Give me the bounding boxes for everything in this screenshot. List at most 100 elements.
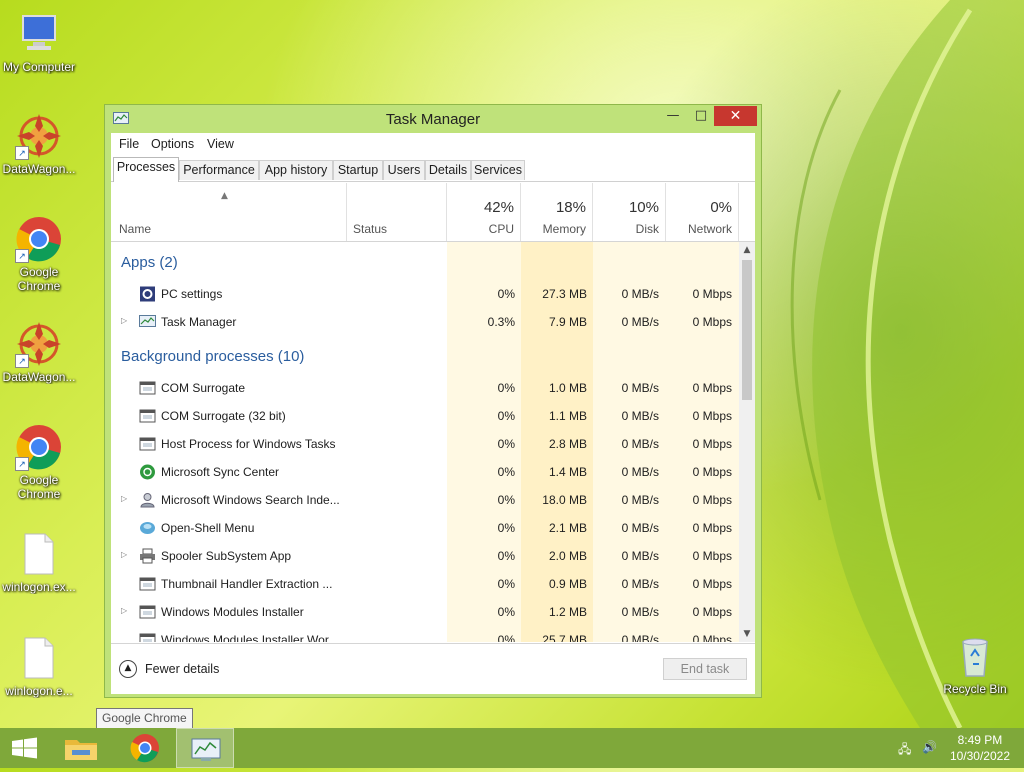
table-row[interactable]: Host Process for Windows Tasks 0% 2.8 MB 0 … [111,430,739,458]
fewer-details-link[interactable]: Fewer details [145,662,219,676]
tab-users[interactable]: Users [383,160,425,180]
clock-time: 8:49 PM [957,733,1003,747]
table-row[interactable]: COM Surrogate (32 bit) 0% 1.1 MB 0 MB/s 0 Mb… [111,402,739,430]
table-row[interactable]: Open-Shell Menu 0% 2.1 MB 0 MB/s 0 Mbps [111,514,739,542]
maximize-button[interactable]: □ [687,106,715,126]
column-disk-label: Disk [635,222,659,236]
expand-chevron-icon[interactable]: ▷ [121,494,127,503]
table-row[interactable]: ▷ Task Manager 0.3% 7.9 MB 0 MB/s 0 Mbps [111,308,739,336]
fewer-details-button[interactable]: ▲ [119,660,137,678]
process-name: COM Surrogate (32 bit) [161,409,286,423]
desktop-icon-datawagon-2[interactable]: ↗ DataWagon... [0,320,79,384]
minimize-icon: — [666,108,680,123]
table-row[interactable]: COM Surrogate 0% 1.0 MB 0 MB/s 0 Mbps [111,374,739,402]
menu-options[interactable]: Options [151,137,194,151]
recycle-bin-icon [962,638,988,677]
taskbar-file-explorer[interactable] [52,728,110,768]
process-disk: 0 MB/s [621,287,659,301]
process-memory: 1.2 MB [548,605,587,619]
process-cpu: 0% [497,287,515,301]
close-icon: ✕ [729,108,742,124]
desktop-icon-google-chrome[interactable]: ↗ Google Chrome [0,215,79,293]
process-name: Thumbnail Handler Extraction ... [161,577,333,591]
speaker-icon[interactable]: 🔊 [922,740,938,756]
column-cpu[interactable]: 42% CPU [447,183,521,241]
tab-performance[interactable]: Performance [179,160,259,180]
clock-date: 10/30/2022 [949,749,1010,763]
tab-app-history[interactable]: App history [259,160,333,180]
desktop-icon-winlogon-1[interactable]: winlogon.ex... [0,530,79,594]
vertical-scrollbar[interactable]: ▲ ▼ [739,242,755,642]
desktop-icon-label: Recycle Bin [943,682,1007,696]
tab-services[interactable]: Services [471,160,525,180]
column-name-label: Name [119,222,152,236]
expand-chevron-icon[interactable]: ▷ [121,550,127,559]
taskbar-clock[interactable]: 8:49 PM 10/30/2022 [950,732,1010,764]
column-disk[interactable]: 10% Disk [593,183,666,241]
column-status[interactable]: Status [347,183,447,241]
process-cpu: 0% [497,549,515,563]
disk-percent: 10% [628,199,659,216]
process-network: 0 Mbps [692,409,732,423]
table-row[interactable]: Thumbnail Handler Extraction ... 0% 0.9 MB… [111,570,739,598]
process-disk: 0 MB/s [621,605,659,619]
window-footer: ▲ Fewer details End task [111,643,755,694]
start-button[interactable] [0,728,58,768]
desktop-icon-recycle-bin[interactable]: Recycle Bin [935,632,1015,696]
table-row[interactable]: ▷ Windows Modules Installer 0% 1.2 MB 0 MB/s… [111,598,739,626]
process-network: 0 Mbps [692,315,732,329]
menu-file[interactable]: File [119,137,139,151]
desktop-icon-winlogon-2[interactable]: winlogon.e... [0,634,79,698]
desktop-icon-my-computer[interactable]: My Computer [0,10,79,74]
title-bar[interactable]: Task Manager — □ ✕ [105,105,761,133]
expand-chevron-icon[interactable]: ▷ [121,606,127,615]
process-memory: 18.0 MB [542,493,587,507]
chrome-icon [130,734,159,763]
window-process-icon [139,576,156,592]
scroll-up-button[interactable]: ▲ [739,242,755,258]
menu-view[interactable]: View [207,137,234,151]
desktop-icon-datawagon[interactable]: ↗ DataWagon... [0,112,79,176]
maximize-icon: □ [694,108,708,123]
cpu-percent: 42% [483,199,514,216]
column-status-label: Status [353,222,388,236]
table-row[interactable]: Microsoft Sync Center 0% 1.4 MB 0 MB/s 0 Mbp… [111,458,739,486]
process-name: COM Surrogate [161,381,246,395]
windows-logo-icon [12,737,37,759]
column-network[interactable]: 0% Network [666,183,739,241]
tab-startup[interactable]: Startup [333,160,383,180]
task-manager-window: Task Manager — □ ✕ File Options View Pro… [104,104,762,698]
table-row[interactable]: ▷ Microsoft Windows Search Inde... 0% 18.0 … [111,486,739,514]
process-memory: 2.1 MB [548,521,587,535]
close-button[interactable]: ✕ [714,106,757,126]
table-row[interactable]: ▷ Spooler SubSystem App 0% 2.0 MB 0 MB/s 0 Mb… [111,542,739,570]
desktop-icon-google-chrome-2[interactable]: ↗ Google Chrome [0,423,79,501]
taskbar-task-manager[interactable] [176,728,234,768]
taskbar-google-chrome[interactable] [116,728,174,768]
sort-up-icon: ▲ [221,191,228,201]
column-memory[interactable]: 18% Memory [521,183,593,241]
process-disk: 0 MB/s [621,633,659,642]
column-name[interactable]: ▲ Name [111,183,347,241]
shell-icon [139,520,156,536]
process-name: Windows Modules Installer [161,605,304,619]
table-row[interactable]: PC settings 0% 27.3 MB 0 MB/s 0 Mbps [111,280,739,308]
scroll-thumb[interactable] [742,260,752,400]
memory-percent: 18% [555,199,586,216]
tab-details[interactable]: Details [425,160,471,180]
process-disk: 0 MB/s [621,381,659,395]
process-disk: 0 MB/s [621,409,659,423]
scroll-down-button[interactable]: ▼ [739,626,755,642]
tab-processes[interactable]: Processes [113,157,179,182]
minimize-button[interactable]: — [659,106,687,126]
expand-chevron-icon[interactable]: ▷ [121,316,127,325]
window-client: File Options View Processes Performance … [111,133,755,694]
network-icon[interactable]: 🖧 [898,740,914,756]
process-cpu: 0% [497,437,515,451]
process-network: 0 Mbps [692,381,732,395]
end-task-button[interactable]: End task [663,658,747,680]
process-network: 0 Mbps [692,605,732,619]
network-percent: 0% [710,199,732,216]
table-row[interactable]: Windows Modules Installer Wor... 0% 25.7 M… [111,626,739,642]
process-memory: 7.9 MB [548,315,587,329]
